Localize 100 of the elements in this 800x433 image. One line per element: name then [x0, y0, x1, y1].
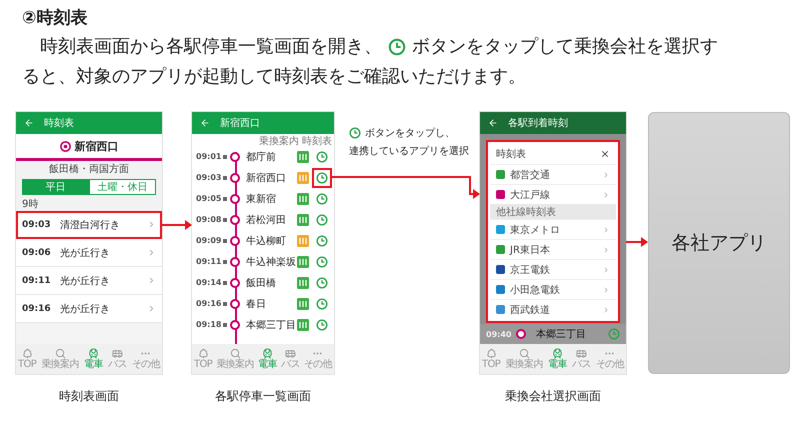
nav-item[interactable]: その他: [304, 348, 332, 370]
company-name: 都営交通: [510, 168, 551, 182]
arrow: [626, 237, 648, 247]
nav-item[interactable]: その他: [132, 348, 160, 370]
nav-item[interactable]: その他: [596, 348, 624, 370]
nav-item[interactable]: TOP: [194, 348, 212, 370]
clock-icon: [349, 127, 361, 139]
app-label: 各社アプリ: [672, 231, 766, 256]
transfer-badge[interactable]: [297, 150, 309, 162]
transfer-badge[interactable]: [297, 256, 309, 268]
company-item[interactable]: 小田急電鉄: [490, 279, 616, 299]
company-item[interactable]: 京王電鉄: [490, 259, 616, 279]
nav-item[interactable]: TOP: [18, 348, 36, 370]
clock-icon: [316, 214, 328, 226]
tree-icon: [198, 348, 209, 359]
day-tab[interactable]: 平日: [22, 179, 89, 195]
station-name: 牛込柳町: [246, 234, 287, 248]
company-item[interactable]: 都営交通: [490, 164, 616, 184]
screen-title: 時刻表: [44, 116, 74, 130]
stop-time: 09:01: [196, 152, 222, 161]
nav-item[interactable]: バス: [280, 348, 300, 370]
stop-time: 09:11: [196, 257, 222, 266]
chevron-icon: [602, 226, 610, 234]
time-mark-icon: [223, 322, 227, 326]
station-name: 都庁前: [246, 150, 277, 164]
column-header: 乗換案内: [259, 134, 299, 146]
clock-icon: [316, 276, 328, 288]
company-item[interactable]: 西武鉄道: [490, 299, 616, 319]
nav-item[interactable]: バス: [572, 348, 591, 370]
time-mark-icon: [223, 302, 227, 306]
chevron-icon: [602, 246, 610, 254]
timetable-button[interactable]: [314, 170, 330, 186]
transfer-badge[interactable]: [297, 172, 309, 184]
stop-dot: [230, 236, 240, 246]
timetable-button[interactable]: [314, 232, 330, 248]
time-mark-icon: [223, 238, 227, 242]
nav-item[interactable]: TOP: [482, 348, 500, 370]
transfer-badge[interactable]: [297, 234, 309, 246]
transfer-badge[interactable]: [297, 298, 309, 310]
nav-item[interactable]: バス: [108, 348, 127, 370]
time-mark-icon: [223, 176, 227, 180]
station-name: 飯田橋: [246, 276, 277, 290]
figure-caption: 各駅停車一覧画面: [215, 388, 311, 405]
clock-icon: [608, 328, 620, 340]
timetable-button[interactable]: [314, 148, 330, 164]
tree-icon: [486, 348, 497, 359]
stop-dot: [230, 172, 240, 182]
timetable-button[interactable]: [314, 212, 330, 228]
search-icon: [230, 348, 241, 359]
stop-time: 09:09: [196, 236, 222, 245]
departure-row[interactable]: 09:06 光が丘行き: [16, 239, 162, 267]
stop-dot: [230, 278, 240, 288]
callout-text: ボタンをタップし、: [365, 126, 455, 140]
back-icon[interactable]: [488, 118, 498, 128]
departure-time: 09:06: [22, 248, 50, 258]
transfer-badge[interactable]: [297, 276, 309, 288]
chevron-icon: [602, 170, 610, 178]
day-tab[interactable]: 土曜・休日: [89, 179, 156, 195]
station-name: 東新宿: [246, 192, 277, 206]
nav-item[interactable]: 電車: [84, 348, 103, 370]
close-icon[interactable]: [600, 149, 610, 159]
timetable-button[interactable]: [314, 296, 330, 312]
search-icon: [518, 348, 530, 359]
timetable-button[interactable]: [314, 190, 330, 206]
departure-row[interactable]: 09:16 光が丘行き: [16, 295, 162, 323]
tree-icon: [22, 348, 33, 359]
company-item[interactable]: JR東日本: [490, 239, 616, 259]
intro-text: ボタンをタップして乗換会社を選択す: [412, 35, 718, 59]
company-name: 小田急電鉄: [510, 284, 561, 296]
stop-time: 09:14: [196, 278, 222, 287]
back-icon[interactable]: [200, 118, 210, 128]
stop-dot: [230, 298, 240, 308]
nav-item[interactable]: 乗換案内: [216, 348, 254, 370]
company-name: 京王電鉄: [510, 264, 551, 276]
station-name: 牛込神楽坂: [246, 256, 297, 268]
station-name: 本郷三丁目: [536, 328, 587, 341]
clock-icon: [316, 298, 328, 310]
timetable-button[interactable]: [314, 254, 330, 270]
nav-item[interactable]: 電車: [258, 348, 277, 370]
back-icon[interactable]: [24, 118, 34, 128]
section-label: 他社線時刻表: [496, 206, 556, 218]
transfer-badge[interactable]: [297, 214, 309, 226]
hour-label: 9時: [22, 198, 38, 211]
station-name: 新宿西口: [246, 172, 287, 184]
transfer-badge[interactable]: [297, 318, 309, 330]
company-item[interactable]: 東京メトロ: [490, 219, 616, 239]
stop-time: 09:08: [196, 215, 222, 224]
departure-row[interactable]: 09:03 清澄白河行き: [16, 211, 162, 239]
timetable-button[interactable]: [314, 316, 330, 332]
stop-dot: [230, 194, 240, 204]
intro-text: 時刻表画面から各駅停車一覧画面を開き、: [39, 35, 382, 59]
chevron-icon: [147, 276, 156, 285]
timetable-button[interactable]: [314, 274, 330, 290]
transfer-badge[interactable]: [297, 192, 309, 204]
nav-item[interactable]: 乗換案内: [505, 348, 543, 370]
clock-icon: [316, 234, 328, 246]
nav-item[interactable]: 乗換案内: [41, 348, 79, 370]
nav-item[interactable]: 電車: [548, 348, 567, 370]
departure-row[interactable]: 09:11 光が丘行き: [16, 267, 162, 295]
clock-icon: [388, 38, 406, 56]
